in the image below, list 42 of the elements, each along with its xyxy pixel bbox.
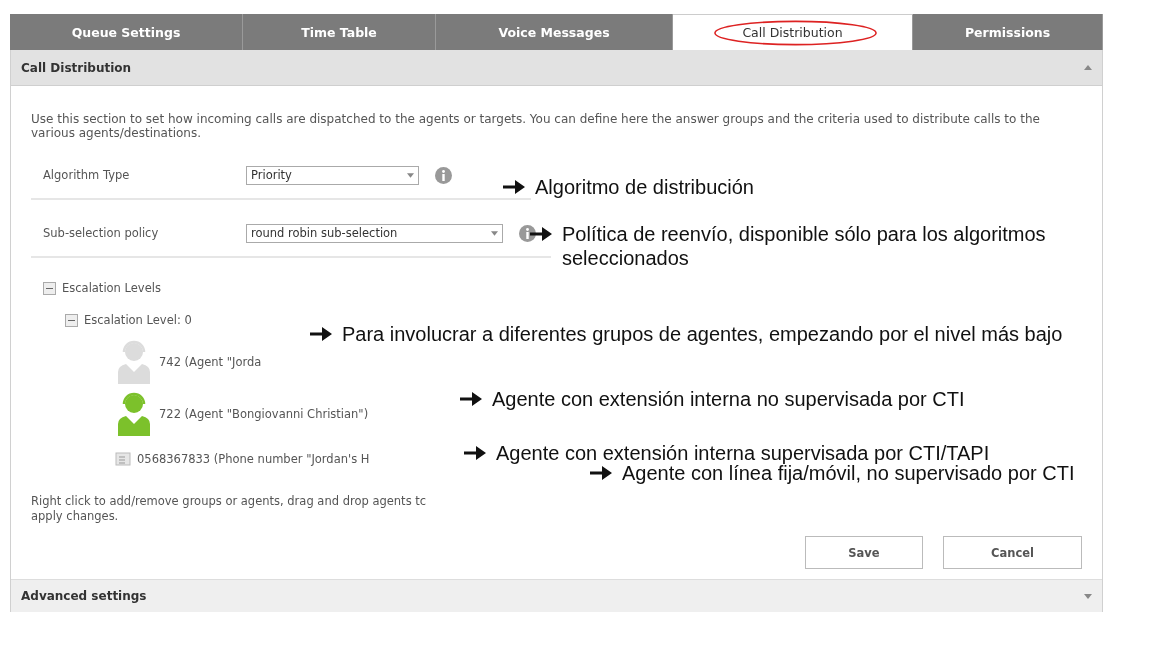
action-button[interactable]: Save [805,536,923,569]
tree-item[interactable]: 722 (Agent "Bongiovanni Christian") [159,407,369,421]
section-title: Call Distribution [21,60,132,75]
agent-headset-icon [115,390,153,438]
phone-icon [115,452,131,466]
annotation-text: Agente con extensión interna supervisada por CTI/TAPI [496,441,990,465]
dropdown-caret-icon [407,172,414,178]
info-icon[interactable] [519,224,536,242]
section-header[interactable]: Call Distribution [11,50,1102,86]
dropdown[interactable]: Priority [246,165,419,185]
tab[interactable]: Time Table [243,14,436,50]
tab[interactable]: Voice Messages [436,14,673,50]
tab[interactable]: Queue Settings [10,14,243,50]
dropdown[interactable]: round robin sub-selection [246,223,503,243]
help-text: Right click to add/remove groups or agents, drag and drop agents tc [31,494,427,509]
tab[interactable]: Permissions [913,14,1103,50]
collapse-icon[interactable] [43,281,56,295]
tree-item[interactable]: 742 (Agent "Jorda [159,355,262,369]
tree-item[interactable]: Escalation Level: 0 [84,313,192,327]
arrow-icon [590,466,612,480]
agent-headset-icon [115,338,153,386]
field-label: Algorithm Type [42,168,131,182]
arrow-icon [460,392,482,406]
section-title: Advanced settings [21,589,147,603]
tree-item[interactable]: 0568367833 (Phone number "Jordan's H [137,452,370,466]
tab[interactable]: Call Distribution [673,14,913,50]
annotation-text: Política de reenvío, disponible sólo para los algoritmos seleccionados [562,222,1047,270]
section-header[interactable]: Advanced settings [11,579,1102,612]
annotation-text: Para involucrar a diferentes grupos de agentes, empezando por el nivel más bajo [342,322,1063,346]
arrow-icon [310,327,332,341]
description-text: Use this section to set how incoming calls are dispatched to the agents or targets. You can define here the answer groups and the criteria used to distribute calls to the various agents/destinations. [31,112,1041,140]
help-text: apply changes. [31,509,119,524]
collapse-icon[interactable] [65,313,78,327]
dropdown-caret-icon [491,230,498,236]
arrow-icon [530,227,552,241]
tree-item[interactable]: Escalation Levels [62,281,161,295]
annotation-text: Algoritmo de distribución [535,175,754,199]
action-button[interactable]: Cancel [943,536,1082,569]
field-label: Sub-selection policy [42,226,160,240]
annotation-text: Agente con extensión interna no supervisada por CTI [492,387,965,411]
arrow-icon [464,446,486,460]
arrow-icon [503,180,525,194]
